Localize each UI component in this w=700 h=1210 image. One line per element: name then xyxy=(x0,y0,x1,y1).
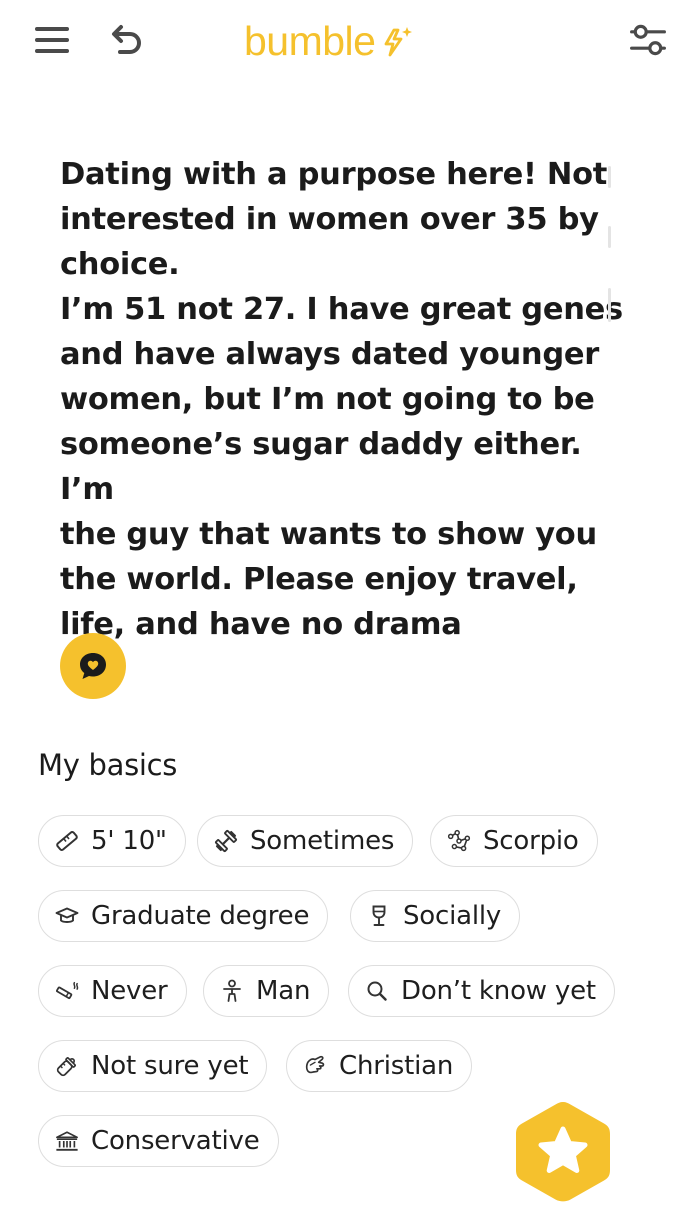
praying-hands-icon xyxy=(303,1054,327,1078)
superswipe-star-icon xyxy=(516,1102,610,1202)
basic-smoking-label: Never xyxy=(91,976,168,1006)
basic-religion-chip: Christian xyxy=(286,1040,473,1092)
bumble-logo: bumble xyxy=(244,16,415,66)
react-to-bio-button[interactable] xyxy=(60,633,126,699)
basic-kids-chip: Not sure yet xyxy=(38,1040,268,1092)
person-icon xyxy=(220,979,244,1003)
basic-education-chip: Graduate degree xyxy=(38,890,329,942)
menu-button[interactable] xyxy=(32,20,72,60)
basic-exercise-label: Sometimes xyxy=(250,826,395,856)
basic-kids-label: Not sure yet xyxy=(91,1051,249,1081)
magnifier-icon xyxy=(365,979,389,1003)
hamburger-menu-icon xyxy=(35,27,69,53)
basic-smoking-chip: Never xyxy=(38,965,187,1017)
lightning-sparkle-icon xyxy=(381,24,415,58)
basic-politics-label: Conservative xyxy=(91,1126,260,1156)
basic-star-sign-label: Scorpio xyxy=(483,826,579,856)
basic-height-chip: 5' 10" xyxy=(38,815,186,867)
filter-button[interactable] xyxy=(628,20,668,60)
basic-height-label: 5' 10" xyxy=(91,826,167,856)
superswipe-button[interactable] xyxy=(509,1098,617,1206)
government-building-icon xyxy=(55,1129,79,1153)
basic-drinking-label: Socially xyxy=(403,901,502,931)
basic-looking-for-chip: Don’t know yet xyxy=(348,965,615,1017)
speech-bubble-heart-icon xyxy=(80,653,106,679)
top-bar: bumble xyxy=(0,0,700,90)
profile-bio: Dating with a purpose here! Not interest… xyxy=(60,157,623,642)
ruler-icon xyxy=(55,829,79,853)
undo-icon xyxy=(112,25,141,54)
profile-card[interactable]: Dating with a purpose here! Not interest… xyxy=(0,90,700,1205)
baby-bottle-icon xyxy=(55,1054,79,1078)
basic-education-label: Graduate degree xyxy=(91,901,310,931)
basic-star-sign-chip: Scorpio xyxy=(430,815,598,867)
constellation-icon xyxy=(447,829,471,853)
filter-sliders-icon xyxy=(630,24,666,56)
basic-religion-label: Christian xyxy=(339,1051,454,1081)
graduation-cap-icon xyxy=(55,904,79,928)
smoking-icon xyxy=(55,979,79,1003)
scroll-indicator xyxy=(608,166,612,326)
my-basics-title: My basics xyxy=(38,748,178,782)
basic-politics-chip: Conservative xyxy=(38,1115,279,1167)
basic-gender-chip: Man xyxy=(203,965,330,1017)
dumbbell-icon xyxy=(214,829,238,853)
wine-glass-icon xyxy=(367,904,391,928)
basic-looking-for-label: Don’t know yet xyxy=(401,976,596,1006)
basic-drinking-chip: Socially xyxy=(350,890,521,942)
basic-exercise-chip: Sometimes xyxy=(197,815,414,867)
app-name: bumble xyxy=(244,17,376,64)
undo-button[interactable] xyxy=(106,20,146,60)
basic-gender-label: Man xyxy=(256,976,311,1006)
